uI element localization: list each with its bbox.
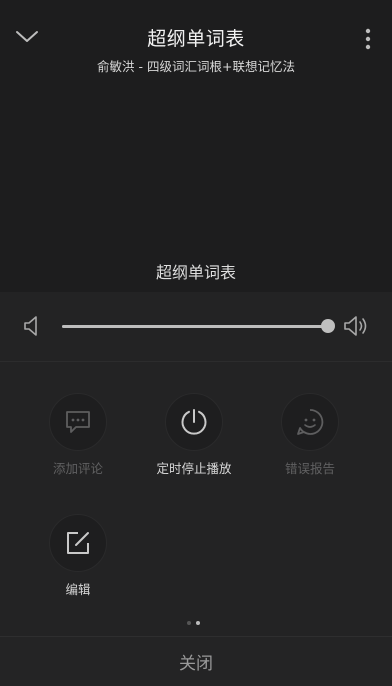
add-comment-circle (49, 393, 107, 451)
timer-icon (181, 409, 207, 435)
edit-circle (49, 514, 107, 572)
page-dot-1[interactable] (187, 621, 191, 625)
volume-high-icon[interactable] (342, 314, 370, 338)
page-dot-2[interactable] (196, 621, 200, 625)
player-header-area: 超纲单词表 俞敏洪 - 四级词汇词根+联想记忆法 超纲单词表 (0, 0, 392, 292)
comment-icon (66, 411, 90, 433)
add-comment-label: 添加评论 (52, 461, 103, 476)
edit-button[interactable]: 编辑 (28, 514, 128, 598)
volume-control (0, 292, 392, 362)
page-title: 超纲单词表 (147, 28, 245, 50)
album-subtitle: 俞敏洪 - 四级词汇词根+联想记忆法 (97, 59, 295, 74)
more-vertical-icon (365, 28, 371, 50)
options-panel: 添加评论 定时停止播放 错误报告 编辑 关闭 (0, 292, 392, 686)
add-comment-button[interactable]: 添加评论 (28, 393, 128, 477)
volume-slider-handle[interactable] (321, 319, 335, 333)
now-playing-track: 超纲单词表 (155, 263, 236, 282)
volume-slider-track[interactable] (62, 325, 328, 328)
volume-low-icon[interactable] (22, 314, 44, 338)
sleep-timer-label: 定时停止播放 (156, 461, 232, 476)
sleep-timer-button[interactable]: 定时停止播放 (144, 393, 244, 477)
edit-icon (67, 532, 89, 554)
close-button[interactable]: 关闭 (0, 636, 392, 686)
edit-label: 编辑 (65, 582, 91, 597)
volume-slider-fill (62, 325, 328, 328)
error-report-circle (281, 393, 339, 451)
sleep-timer-circle (165, 393, 223, 451)
error-report-button[interactable]: 错误报告 (260, 393, 360, 477)
smiley-report-icon (297, 409, 324, 435)
page-indicator (187, 621, 200, 627)
more-options-button[interactable] (358, 24, 378, 54)
error-report-label: 错误报告 (284, 461, 335, 476)
